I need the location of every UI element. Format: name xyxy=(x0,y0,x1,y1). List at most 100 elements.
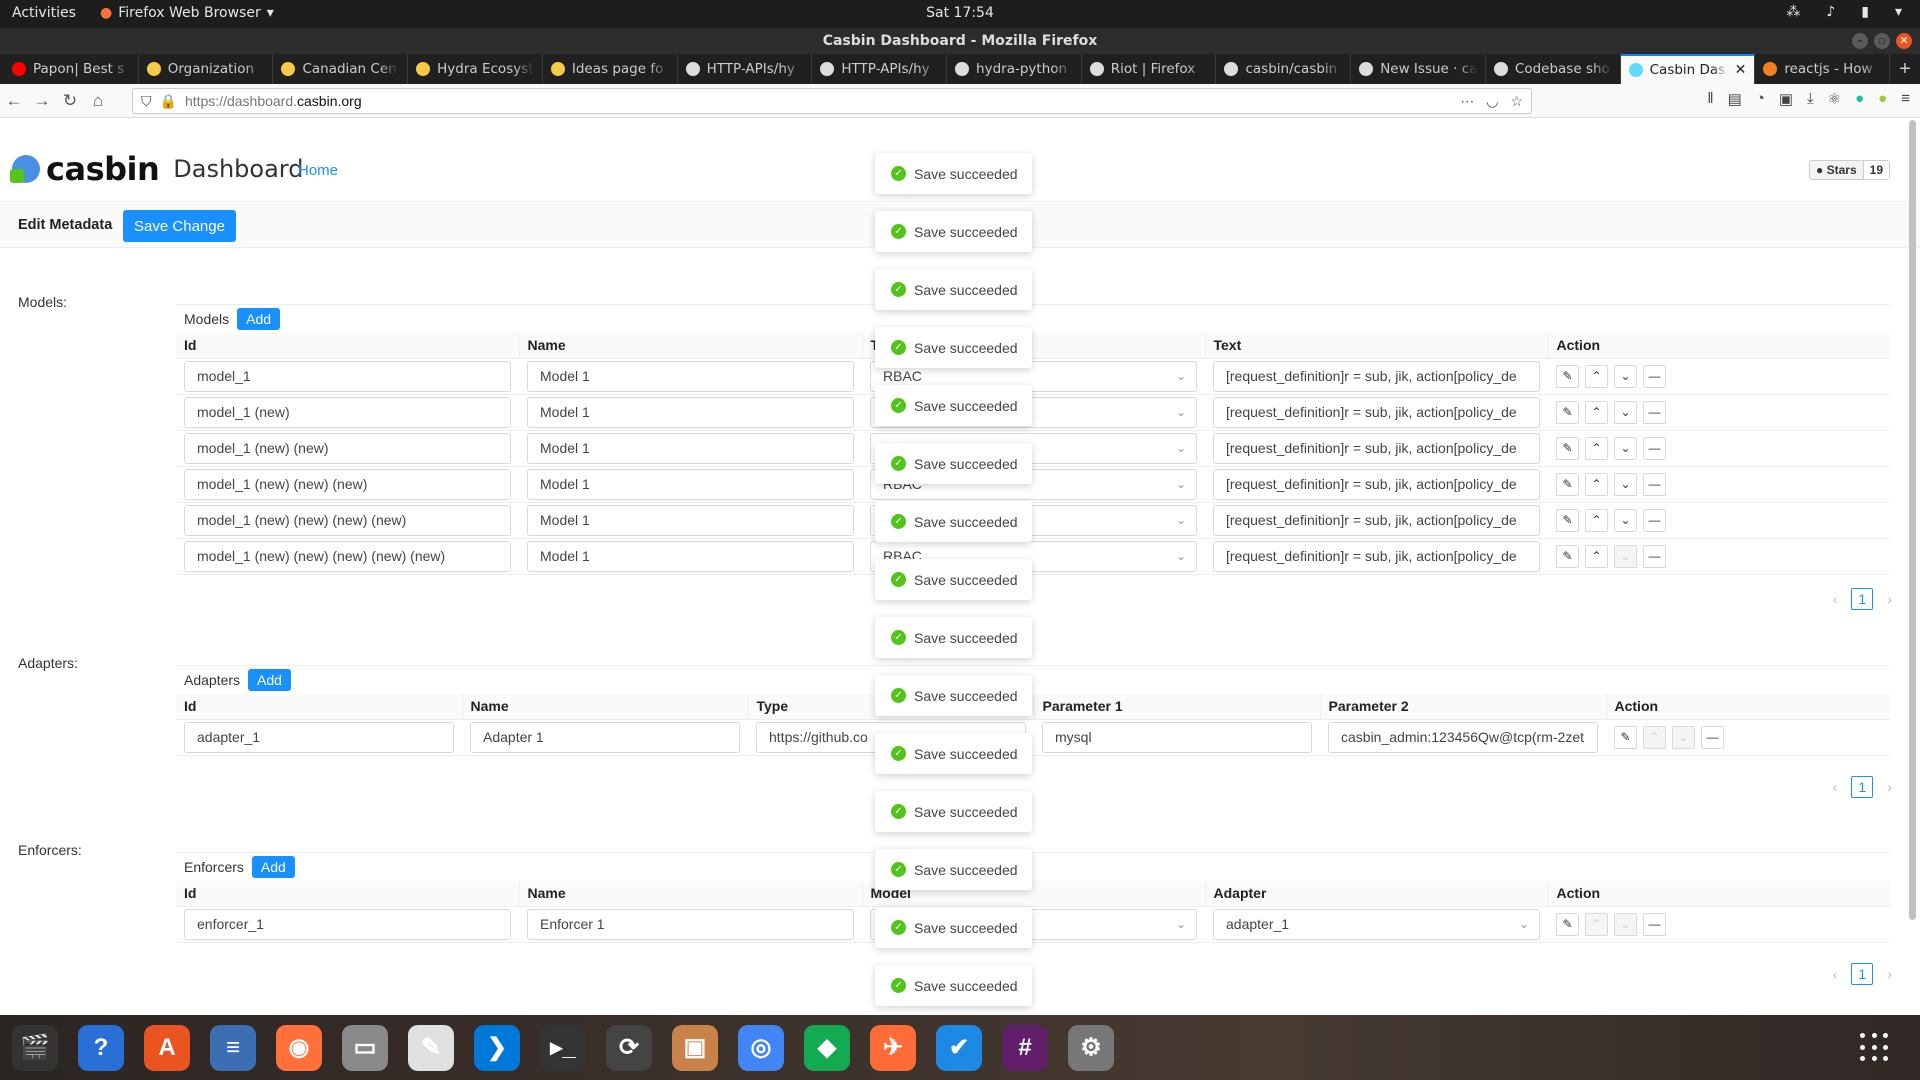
next-page-icon[interactable]: › xyxy=(1887,966,1892,982)
maximize-button[interactable]: ▫ xyxy=(1874,33,1890,49)
move-down-icon[interactable]: ⌄ xyxy=(1672,725,1695,749)
reload-button-icon[interactable]: ↻ xyxy=(56,91,84,111)
add-model-button[interactable]: Add xyxy=(237,308,281,330)
prev-page-icon[interactable]: ‹ xyxy=(1833,966,1838,982)
new-tab-button[interactable]: + xyxy=(1890,54,1920,84)
browser-tab[interactable]: reactjs - How xyxy=(1755,54,1891,84)
clapper-icon[interactable]: 🎬 xyxy=(12,1024,58,1071)
save-change-button[interactable]: Save Change xyxy=(123,210,236,242)
page-number[interactable]: 1 xyxy=(1851,776,1874,798)
delete-icon[interactable]: — xyxy=(1643,436,1666,460)
browser-tab[interactable]: casbin/casbin xyxy=(1216,54,1352,84)
downloads-icon[interactable]: ⤓ xyxy=(1807,90,1814,108)
move-down-icon[interactable]: ⌄ xyxy=(1614,400,1637,424)
model-id-input[interactable]: model_1 (new) (new) (new) (new) xyxy=(184,504,511,536)
model-name-input[interactable]: Model 1 xyxy=(527,504,854,536)
volume-icon[interactable]: ♪ xyxy=(1826,4,1835,20)
move-down-icon[interactable]: ⌄ xyxy=(1614,912,1637,936)
edit-icon[interactable]: ✎ xyxy=(1556,544,1579,568)
tasks-icon[interactable]: ✔ xyxy=(936,1024,982,1071)
prev-page-icon[interactable]: ‹ xyxy=(1833,591,1838,607)
enforcer-name-input[interactable]: Enforcer 1 xyxy=(527,908,854,940)
browser-tab[interactable]: Canadian Cen xyxy=(273,54,409,84)
move-up-icon[interactable]: ⌃ xyxy=(1643,725,1666,749)
grammarly-icon[interactable]: ● xyxy=(1855,90,1864,108)
pocket-icon[interactable]: ◡ xyxy=(1486,93,1498,110)
page-actions-icon[interactable]: ⋯ xyxy=(1460,93,1474,110)
browser-tab[interactable]: New Issue · ca xyxy=(1351,54,1486,84)
battery-icon[interactable]: ▮ xyxy=(1861,4,1869,20)
model-text-input[interactable]: [request_definition]r = sub, jik, action… xyxy=(1213,432,1540,464)
bookmark-star-icon[interactable]: ☆ xyxy=(1510,93,1523,110)
edit-icon[interactable]: ✎ xyxy=(1614,725,1637,749)
account-icon[interactable]: ◔ xyxy=(1756,90,1765,108)
move-down-icon[interactable]: ⌄ xyxy=(1614,472,1637,496)
page-scrollbar[interactable] xyxy=(1909,120,1916,920)
shield-icon[interactable]: ⛉ xyxy=(141,93,152,110)
network-icon[interactable]: ⁂ xyxy=(1786,4,1800,20)
forward-button-icon[interactable]: → xyxy=(28,91,56,111)
enforcer-adapter-select[interactable]: adapter_1 ⌄ xyxy=(1213,908,1540,940)
url-bar[interactable]: ⛉ 🔒 https://dashboard. casbin.org ⋯ ◡ ☆ xyxy=(132,88,1532,114)
react-devtools-icon[interactable]: ⚛ xyxy=(1828,90,1841,108)
power-menu-icon[interactable]: ▾ xyxy=(1895,4,1902,20)
clock[interactable]: Sat 17:54 xyxy=(926,5,994,21)
model-text-input[interactable]: [request_definition]r = sub, jik, action… xyxy=(1213,396,1540,428)
slack-icon[interactable]: # xyxy=(1002,1024,1048,1071)
browser-tab[interactable]: Riot | Firefox xyxy=(1082,54,1217,84)
menu-icon[interactable]: ≡ xyxy=(1901,90,1910,108)
move-down-icon[interactable]: ⌄ xyxy=(1614,364,1637,388)
sidebar-icon[interactable]: ▤ xyxy=(1728,90,1742,108)
move-up-icon[interactable]: ⌃ xyxy=(1585,544,1608,568)
browser-tab[interactable]: Casbin Das ✕ xyxy=(1620,54,1756,84)
model-id-input[interactable]: model_1 (new) (new) xyxy=(184,432,511,464)
extension-icon[interactable]: ● xyxy=(1878,90,1887,108)
page-number[interactable]: 1 xyxy=(1851,963,1874,985)
adapter-name-input[interactable]: Adapter 1 xyxy=(470,721,740,753)
archive-icon[interactable]: ▣ xyxy=(672,1024,718,1071)
edit-icon[interactable]: ✎ xyxy=(1556,400,1579,424)
model-id-input[interactable]: model_1 xyxy=(184,360,511,392)
show-applications-icon[interactable] xyxy=(1860,1033,1890,1063)
delete-icon[interactable]: — xyxy=(1643,472,1666,496)
settings-icon[interactable]: ⚙ xyxy=(1068,1024,1114,1071)
edit-icon[interactable]: ✎ xyxy=(1556,508,1579,532)
browser-tab[interactable]: Papon| Best s xyxy=(4,54,139,84)
model-id-input[interactable]: model_1 (new) (new) (new) xyxy=(184,468,511,500)
delete-icon[interactable]: — xyxy=(1643,508,1666,532)
firefox-icon[interactable]: ◉ xyxy=(276,1024,322,1071)
vscode-icon[interactable]: ❯ xyxy=(474,1024,520,1071)
add-adapter-button[interactable]: Add xyxy=(248,669,291,691)
move-down-icon[interactable]: ⌄ xyxy=(1614,436,1637,460)
model-name-input[interactable]: Model 1 xyxy=(527,360,854,392)
model-name-input[interactable]: Model 1 xyxy=(527,396,854,428)
delete-icon[interactable]: — xyxy=(1643,364,1666,388)
model-id-input[interactable]: model_1 (new) (new) (new) (new) (new) xyxy=(184,540,511,572)
browser-tab[interactable]: Codebase sho xyxy=(1486,54,1621,84)
terminal-icon[interactable]: ▸_ xyxy=(540,1024,586,1071)
next-page-icon[interactable]: › xyxy=(1887,591,1892,607)
model-name-input[interactable]: Model 1 xyxy=(527,468,854,500)
edit-icon[interactable]: ✎ xyxy=(1556,436,1579,460)
move-down-icon[interactable]: ⌄ xyxy=(1614,508,1637,532)
library-icon[interactable]: ‖ xyxy=(1707,90,1713,108)
delete-icon[interactable]: — xyxy=(1701,725,1724,749)
edit-icon[interactable]: ✎ xyxy=(1556,364,1579,388)
prev-page-icon[interactable]: ‹ xyxy=(1833,779,1838,795)
document-viewer-icon[interactable]: ✎ xyxy=(408,1024,454,1071)
nav-home-link[interactable]: Home xyxy=(298,162,338,179)
home-button-icon[interactable]: ⌂ xyxy=(84,91,112,111)
model-text-input[interactable]: [request_definition]r = sub, jik, action… xyxy=(1213,360,1540,392)
page-number[interactable]: 1 xyxy=(1851,588,1874,610)
move-up-icon[interactable]: ⌃ xyxy=(1585,472,1608,496)
browser-tab[interactable]: HTTP-APIs/hy xyxy=(812,54,948,84)
chrome-icon[interactable]: ◎ xyxy=(738,1024,784,1071)
postman-icon[interactable]: ✈ xyxy=(870,1024,916,1071)
model-name-input[interactable]: Model 1 xyxy=(527,540,854,572)
move-up-icon[interactable]: ⌃ xyxy=(1585,436,1608,460)
enforcer-id-input[interactable]: enforcer_1 xyxy=(184,908,511,940)
text-editor-icon[interactable]: ≡ xyxy=(210,1024,256,1071)
back-button-icon[interactable]: ← xyxy=(0,91,28,111)
close-tab-icon[interactable]: ✕ xyxy=(1735,62,1747,78)
lock-icon[interactable]: 🔒 xyxy=(160,93,177,110)
